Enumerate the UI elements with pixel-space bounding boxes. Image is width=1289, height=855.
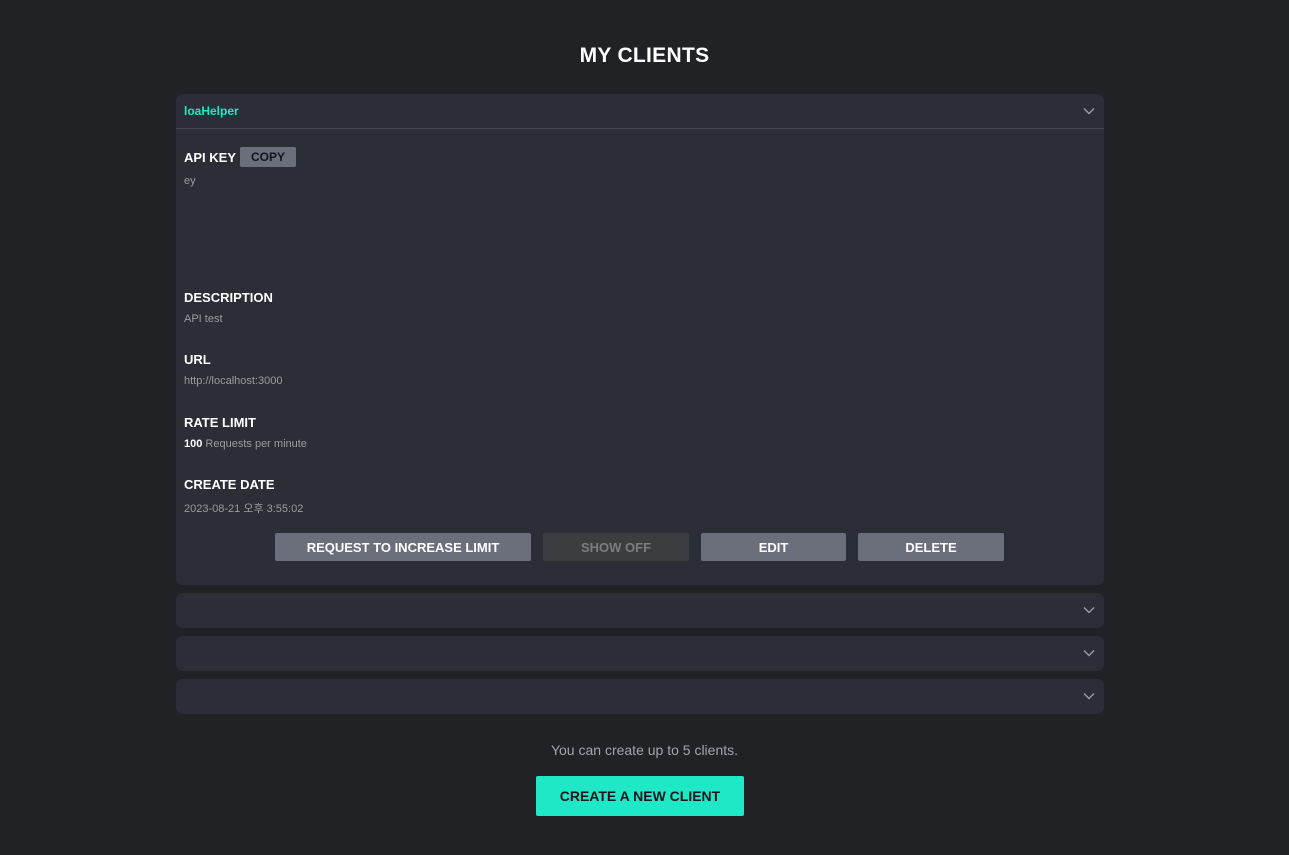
chevron-down-icon[interactable]	[1082, 646, 1096, 660]
client-panel-expanded: loaHelper API KEY COPY ey DESCRIPTION AP…	[176, 94, 1104, 585]
client-limit-note: You can create up to 5 clients.	[550, 742, 739, 758]
rate-limit-number: 100	[184, 438, 203, 450]
description-label: DESCRIPTION	[184, 290, 273, 305]
url-label: URL	[184, 352, 211, 367]
chevron-down-icon[interactable]	[1082, 603, 1096, 617]
client-panel-header[interactable]	[176, 593, 1104, 628]
client-panel-header[interactable]	[176, 679, 1104, 714]
client-panel-collapsed[interactable]	[176, 636, 1104, 671]
client-panel-collapsed[interactable]	[176, 679, 1104, 714]
client-panel-collapsed[interactable]	[176, 593, 1104, 628]
show-off-button[interactable]: SHOW OFF	[543, 533, 689, 561]
create-date-value: 2023-08-21 오후 3:55:02	[184, 503, 304, 515]
url-value: http://localhost:3000	[184, 375, 283, 387]
edit-button[interactable]: EDIT	[701, 533, 846, 561]
rate-limit-label: RATE LIMIT	[184, 415, 256, 430]
copy-api-key-button[interactable]: COPY	[240, 147, 296, 167]
description-value: API test	[184, 313, 223, 325]
api-key-value: ey	[184, 175, 196, 187]
create-date-label: CREATE DATE	[184, 477, 275, 492]
rate-limit-value: 100 Requests per minute	[184, 438, 307, 450]
chevron-down-icon[interactable]	[1082, 689, 1096, 703]
rate-limit-unit: Requests per minute	[205, 438, 307, 450]
page-title: MY CLIENTS	[579, 44, 710, 67]
delete-button[interactable]: DELETE	[858, 533, 1004, 561]
request-increase-limit-button[interactable]: REQUEST TO INCREASE LIMIT	[275, 533, 531, 561]
page: MY CLIENTS loaHelper API KEY COPY ey DES…	[0, 0, 1289, 855]
chevron-down-icon[interactable]	[1082, 104, 1096, 118]
client-name: loaHelper	[184, 104, 239, 118]
create-new-client-button[interactable]: CREATE A NEW CLIENT	[536, 776, 744, 816]
client-panel-header[interactable]	[176, 636, 1104, 671]
client-panel-header[interactable]: loaHelper	[176, 94, 1104, 129]
api-key-label: API KEY	[184, 150, 237, 165]
